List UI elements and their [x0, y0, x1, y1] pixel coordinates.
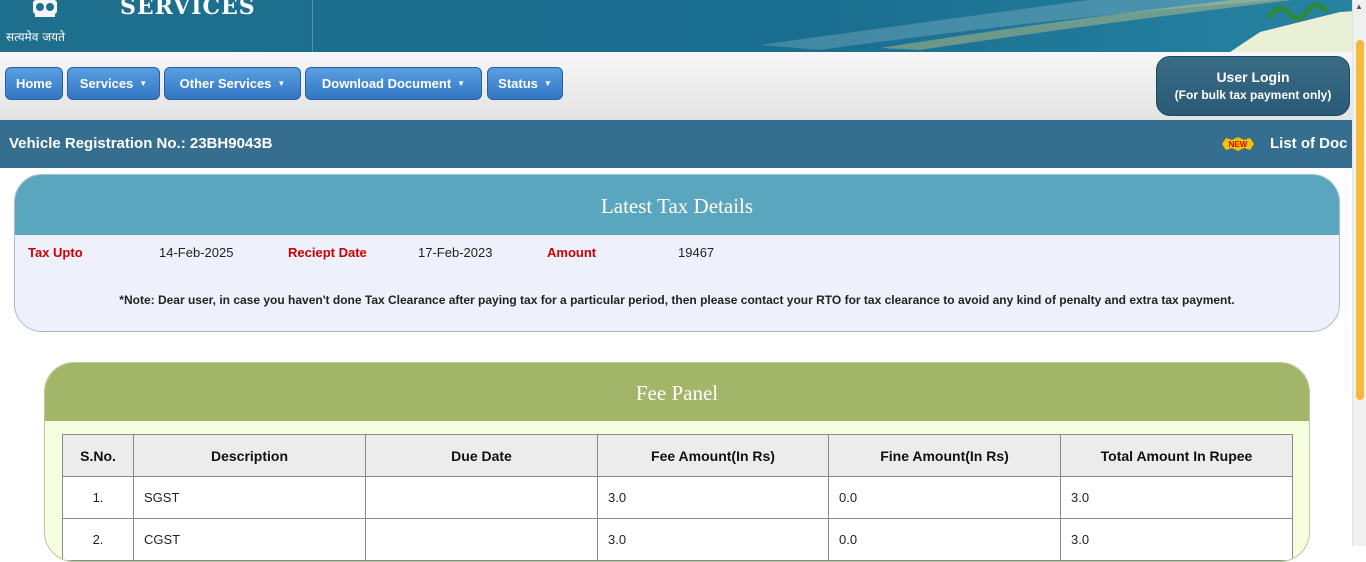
fee-table-header-row: S.No. Description Due Date Fee Amount(In…	[62, 434, 1293, 477]
nav-other-services-label: Other Services	[179, 76, 272, 91]
site-brand-title: SERVICES	[120, 0, 256, 20]
column-header-fee-amount: Fee Amount(In Rs)	[597, 434, 829, 477]
row-sno: 1.	[62, 476, 134, 519]
chevron-down-icon: ▼	[543, 79, 552, 88]
table-row: 1. SGST 3.0 0.0 3.0	[62, 476, 1293, 519]
vehicle-registration-bar: Vehicle Registration No.: 23BH9043B NEW …	[0, 120, 1352, 168]
row-fine-amount: 0.0	[828, 476, 1061, 519]
new-badge-text: NEW	[1229, 140, 1248, 149]
nav-services-dropdown[interactable]: Services ▼	[67, 67, 160, 100]
chevron-down-icon: ▼	[139, 79, 148, 88]
main-navbar: Home Services ▼ Other Services ▼ Downloa…	[0, 52, 1352, 120]
user-login-button[interactable]: User Login (For bulk tax payment only)	[1156, 56, 1350, 116]
scrollbar-thumb[interactable]	[1356, 40, 1364, 400]
latest-tax-details-panel: Latest Tax Details Tax Upto 14-Feb-2025 …	[14, 174, 1340, 332]
row-due-date	[365, 518, 598, 561]
nav-download-document-label: Download Document	[321, 76, 452, 91]
receipt-date-label: Reciept Date	[288, 245, 367, 260]
nav-services-label: Services	[79, 76, 134, 91]
fee-panel-title: Fee Panel	[45, 363, 1309, 421]
amount-label: Amount	[547, 245, 597, 260]
chevron-down-icon: ▼	[277, 79, 286, 88]
row-description: SGST	[133, 476, 366, 519]
user-login-subtitle: (For bulk tax payment only)	[1174, 88, 1332, 102]
row-description: CGST	[133, 518, 366, 561]
row-fee-amount: 3.0	[597, 518, 829, 561]
nav-other-services-dropdown[interactable]: Other Services ▼	[164, 67, 301, 100]
column-header-sno: S.No.	[62, 434, 134, 477]
row-due-date	[365, 476, 598, 519]
site-header: सत्यमेव जयते SERVICES	[0, 0, 1352, 52]
vahan-logo-icon	[1230, 2, 1352, 52]
vehicle-registration-number: Vehicle Registration No.: 23BH9043B	[9, 135, 273, 152]
new-badge-icon: NEW	[1222, 137, 1254, 151]
column-header-due-date: Due Date	[365, 434, 598, 477]
nav-status-label: Status	[498, 76, 538, 91]
table-row: 2. CGST 3.0 0.0 3.0	[62, 518, 1293, 561]
user-login-title: User Login	[1216, 69, 1290, 85]
fee-table: S.No. Description Due Date Fee Amount(In…	[62, 434, 1293, 561]
nav-home-label: Home	[15, 76, 53, 91]
row-total-amount: 3.0	[1060, 476, 1293, 519]
row-sno: 2.	[62, 518, 134, 561]
tax-upto-label: Tax Upto	[28, 245, 83, 260]
column-header-total-amount: Total Amount In Rupee	[1060, 434, 1293, 477]
row-fine-amount: 0.0	[828, 518, 1061, 561]
tax-clearance-note: *Note: Dear user, in case you haven't do…	[119, 293, 1235, 307]
tax-upto-value: 14-Feb-2025	[159, 245, 234, 260]
page-scrollbar[interactable]: ▲	[1352, 0, 1366, 546]
amount-value: 19467	[678, 245, 715, 260]
list-of-documents-link[interactable]: List of Doc	[1270, 135, 1348, 152]
receipt-date-value: 17-Feb-2023	[418, 245, 493, 260]
nav-home-button[interactable]: Home	[5, 67, 63, 100]
row-fee-amount: 3.0	[597, 476, 829, 519]
latest-tax-details-title: Latest Tax Details	[15, 175, 1339, 235]
nav-download-document-dropdown[interactable]: Download Document ▼	[305, 67, 482, 100]
column-header-fine-amount: Fine Amount(In Rs)	[828, 434, 1061, 477]
row-total-amount: 3.0	[1060, 518, 1293, 561]
chevron-down-icon: ▼	[457, 79, 466, 88]
column-header-description: Description	[133, 434, 366, 477]
nav-status-dropdown[interactable]: Status ▼	[487, 67, 563, 100]
national-motto: सत्यमेव जयते	[6, 30, 65, 44]
national-emblem-icon	[33, 0, 57, 17]
scroll-up-arrow-icon[interactable]: ▲	[1355, 2, 1363, 11]
header-divider	[312, 0, 313, 52]
fee-panel: Fee Panel S.No. Description Due Date Fee…	[44, 362, 1310, 562]
